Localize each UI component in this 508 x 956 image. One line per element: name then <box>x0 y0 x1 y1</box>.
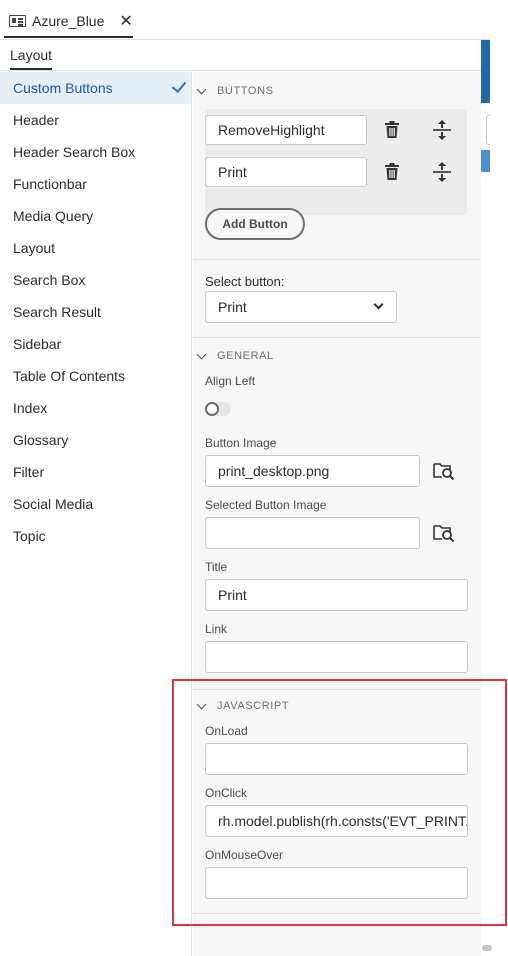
chevron-down-icon <box>196 699 207 709</box>
divider <box>193 337 481 338</box>
sidebar-item-label: Glossary <box>13 432 69 448</box>
chevron-down-icon <box>196 84 207 94</box>
document-tab-bar: Azure_Blue ✕ <box>0 0 490 40</box>
sidebar-item-social-media[interactable]: Social Media <box>0 488 191 520</box>
button-name-field[interactable]: RemoveHighlight <box>205 115 367 145</box>
sidebar-item-search-box[interactable]: Search Box <box>0 264 191 296</box>
reorder-icon[interactable] <box>431 119 453 141</box>
title-field[interactable]: Print <box>205 579 468 611</box>
buttons-section-header[interactable]: BUTTONS <box>193 81 481 101</box>
align-left-label: Align Left <box>205 374 256 388</box>
button-image-field[interactable]: print_desktop.png <box>205 455 420 487</box>
sidebar-item-functionbar[interactable]: Functionbar <box>0 168 191 200</box>
divider <box>193 913 481 914</box>
sidebar-item-filter[interactable]: Filter <box>0 456 191 488</box>
onclick-label: OnClick <box>205 786 248 800</box>
sidebar-item-custom-buttons[interactable]: Custom Buttons <box>0 72 191 104</box>
preview-edge <box>481 40 490 103</box>
selected-button-image-label: Selected Button Image <box>205 498 327 512</box>
select-button-dropdown[interactable]: Print <box>205 291 397 323</box>
preview-edge-accent <box>481 150 490 172</box>
sidebar-item-label: Table Of Contents <box>13 368 126 384</box>
onmouseover-field[interactable] <box>205 867 468 899</box>
onload-label: OnLoad <box>205 724 248 738</box>
sidebar-item-label: Header Search Box <box>13 144 136 160</box>
sidebar-item-label: Header <box>13 112 59 128</box>
select-button-value: Print <box>218 299 247 315</box>
checkmark-icon <box>171 77 187 94</box>
onmouseover-label: OnMouseOver <box>205 848 284 862</box>
divider <box>193 689 481 690</box>
onload-field[interactable] <box>205 743 468 775</box>
section-title: GENERAL <box>217 350 274 362</box>
chevron-down-icon <box>373 299 384 310</box>
trash-icon[interactable] <box>381 161 403 183</box>
sidebar-item-label: Search Result <box>13 304 101 320</box>
button-image-label: Button Image <box>205 436 277 450</box>
section-title: JAVASCRIPT <box>217 700 290 712</box>
category-sidebar: Custom Buttons Header Header Search Box … <box>0 72 192 956</box>
sidebar-item-label: Layout <box>13 240 56 256</box>
link-field[interactable] <box>205 641 468 673</box>
sidebar-item-label: Filter <box>13 464 45 480</box>
align-left-toggle[interactable] <box>205 402 231 416</box>
sidebar-item-label: Index <box>13 400 48 416</box>
selected-button-image-field[interactable] <box>205 517 420 549</box>
folder-search-icon[interactable] <box>433 522 455 544</box>
trash-icon[interactable] <box>381 119 403 141</box>
javascript-section-header[interactable]: JAVASCRIPT <box>193 696 481 716</box>
sidebar-item-index[interactable]: Index <box>0 392 191 424</box>
sidebar-item-label: Functionbar <box>13 176 87 192</box>
divider <box>193 259 481 260</box>
sidebar-item-table-of-contents[interactable]: Table Of Contents <box>0 360 191 392</box>
section-title: BUTTONS <box>217 85 274 97</box>
document-tab-title: Azure_Blue <box>32 13 105 29</box>
sidebar-item-media-query[interactable]: Media Query <box>0 200 191 232</box>
chevron-down-icon <box>196 349 207 359</box>
sidebar-item-search-result[interactable]: Search Result <box>0 296 191 328</box>
sidebar-item-header-search-box[interactable]: Header Search Box <box>0 136 191 168</box>
sidebar-item-layout[interactable]: Layout <box>0 232 191 264</box>
title-label: Title <box>205 560 228 574</box>
select-button-label: Select button: <box>205 274 285 289</box>
sidebar-item-label: Media Query <box>13 208 94 224</box>
general-section-header[interactable]: GENERAL <box>193 346 481 366</box>
document-tab[interactable]: Azure_Blue ✕ <box>4 6 133 38</box>
sidebar-item-topic[interactable]: Topic <box>0 520 191 552</box>
sidebar-item-label: Topic <box>13 528 46 544</box>
sidebar-item-sidebar[interactable]: Sidebar <box>0 328 191 360</box>
onclick-field[interactable]: rh.model.publish(rh.consts('EVT_PRINT... <box>205 805 468 837</box>
properties-panel: BUTTONS RemoveHighlight Print Add Button… <box>193 72 481 956</box>
reorder-icon[interactable] <box>431 161 453 183</box>
add-button[interactable]: Add Button <box>205 208 305 240</box>
close-icon[interactable]: ✕ <box>119 11 132 31</box>
button-name-field[interactable]: Print <box>205 157 367 187</box>
scrollbar-thumb[interactable] <box>482 945 492 951</box>
sidebar-item-label: Search Box <box>13 272 86 288</box>
sidebar-item-header[interactable]: Header <box>0 104 191 136</box>
folder-search-icon[interactable] <box>433 460 455 482</box>
tab-layout[interactable]: Layout <box>10 47 53 70</box>
layout-window-icon <box>9 15 26 27</box>
link-label: Link <box>205 622 228 636</box>
sidebar-item-label: Social Media <box>13 496 94 512</box>
sidebar-item-label: Sidebar <box>13 336 62 352</box>
sidebar-item-glossary[interactable]: Glossary <box>0 424 191 456</box>
toggle-knob <box>205 402 219 416</box>
subtab-bar: Layout <box>0 40 490 71</box>
sidebar-item-label: Custom Buttons <box>13 80 113 96</box>
window-edge <box>490 0 508 956</box>
